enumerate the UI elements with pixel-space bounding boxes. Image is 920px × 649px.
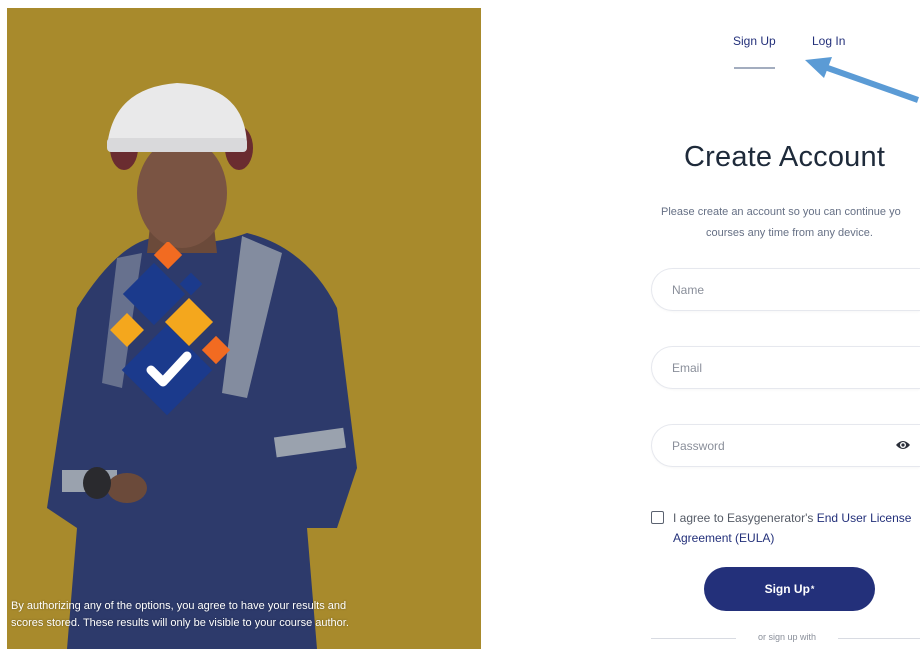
- signup-button-mark: *: [810, 584, 815, 594]
- subtitle-line2: courses any time from any device.: [706, 227, 873, 239]
- hero-disclaimer-line1: By authorizing any of the options, you a…: [11, 600, 347, 612]
- signup-button-label: Sign Up: [764, 582, 810, 596]
- active-tab-underline: [734, 67, 775, 69]
- hero-disclaimer-line2: scores stored. These results will only b…: [11, 617, 349, 629]
- name-input[interactable]: [672, 269, 902, 310]
- eye-icon[interactable]: [895, 438, 911, 452]
- annotation-arrow-icon: [805, 57, 920, 103]
- hero-disclaimer: By authorizing any of the options, you a…: [11, 598, 411, 632]
- signup-button[interactable]: Sign Up *: [704, 567, 875, 611]
- hero-panel: By authorizing any of the options, you a…: [7, 8, 481, 649]
- email-input[interactable]: [672, 347, 902, 388]
- tab-signup[interactable]: Sign Up: [733, 34, 776, 48]
- divider-left: [651, 638, 736, 639]
- eula-text: I agree to Easygenerator's End User Lice…: [673, 511, 911, 525]
- checkmark-diamond-logo: [110, 242, 231, 416]
- page-title: Create Account: [684, 141, 886, 173]
- name-field: [651, 268, 920, 311]
- tab-login[interactable]: Log In: [812, 34, 845, 48]
- divider-right: [838, 638, 920, 639]
- alt-signup-text: or sign up with: [758, 632, 817, 642]
- email-field: [651, 346, 920, 389]
- eula-link-part1[interactable]: End User License: [817, 511, 912, 525]
- eula-link-part2[interactable]: Agreement (EULA): [673, 531, 774, 545]
- eula-checkbox[interactable]: [651, 511, 664, 524]
- password-input[interactable]: [672, 425, 902, 466]
- eula-prefix: I agree to Easygenerator's: [673, 511, 817, 525]
- password-field: [651, 424, 920, 467]
- subtitle-line1: Please create an account so you can cont…: [661, 206, 901, 218]
